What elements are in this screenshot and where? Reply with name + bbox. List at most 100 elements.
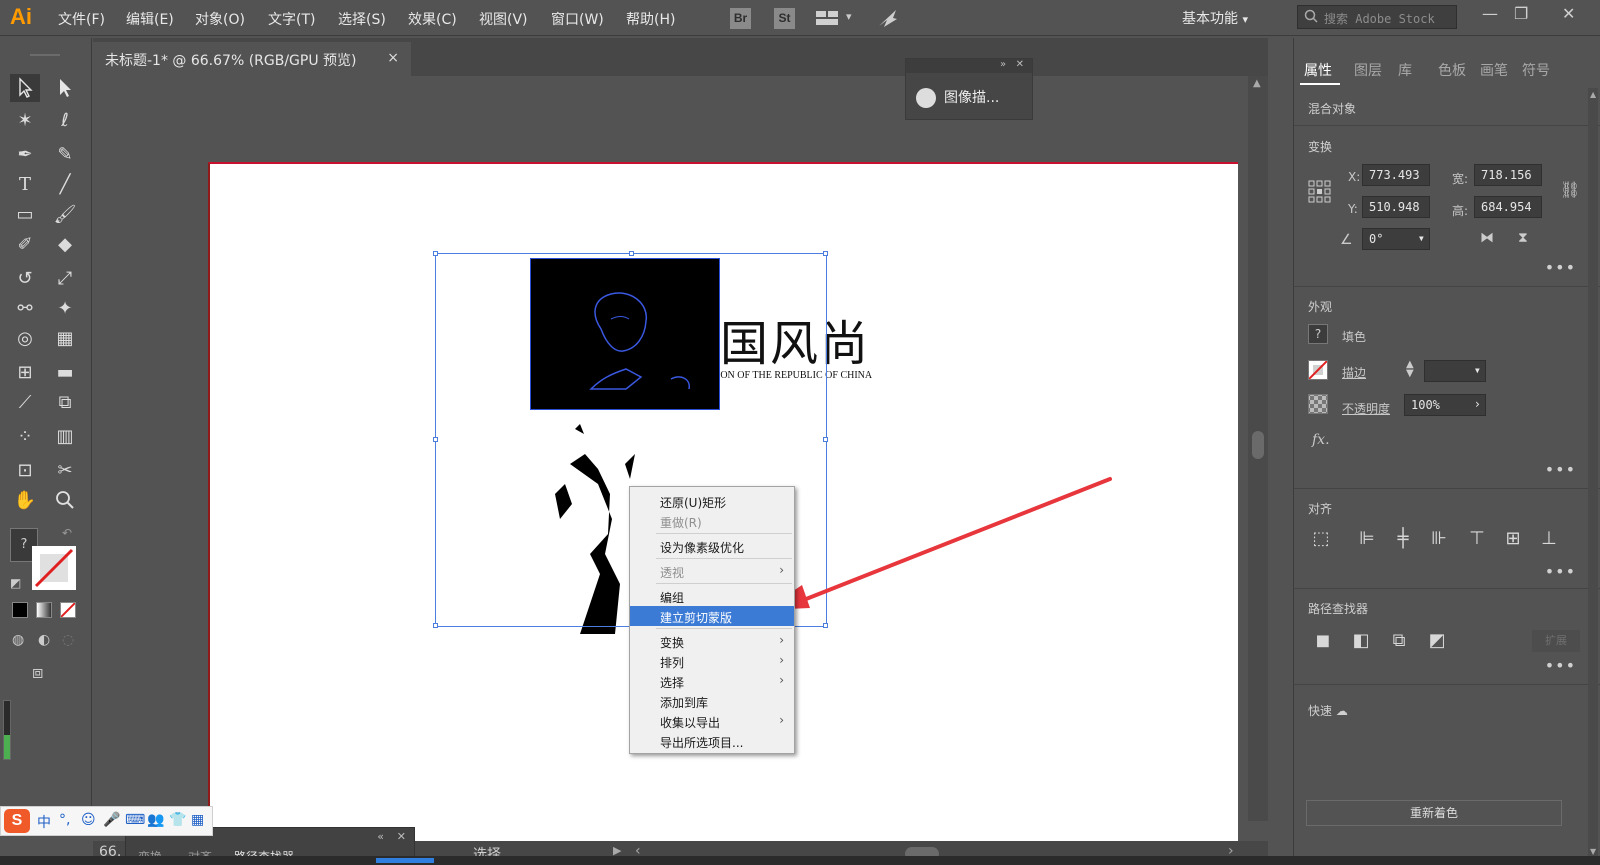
expand-panel-icon[interactable]: »	[1000, 59, 1006, 70]
stock-button[interactable]: St	[774, 8, 795, 29]
expand-button[interactable]: 扩展	[1532, 630, 1580, 652]
close-panel-icon[interactable]: ✕	[1016, 59, 1024, 70]
stock-search-input[interactable]: 搜索 Adobe Stock	[1297, 5, 1457, 29]
gradient-tool-icon[interactable]: ▬	[50, 358, 80, 386]
eyedropper-tool-icon[interactable]: ⟋	[10, 388, 40, 416]
close-icon[interactable]: ✕	[1562, 4, 1575, 23]
fx-effects-button[interactable]: fx.	[1312, 432, 1330, 448]
y-field[interactable]: 510.948	[1362, 196, 1430, 218]
close-panel-icon[interactable]: ✕	[397, 830, 406, 843]
resize-handle[interactable]	[823, 437, 828, 442]
menu-select[interactable]: 选择(S)	[338, 9, 386, 29]
ime-user-icon[interactable]: 👥	[147, 812, 164, 828]
none-mode-icon[interactable]	[60, 602, 76, 618]
stroke-weight-field[interactable]: ▾	[1424, 360, 1486, 382]
hand-tool-icon[interactable]: ✋	[10, 486, 40, 514]
recolor-button[interactable]: 重新着色	[1306, 800, 1562, 826]
more-options-icon[interactable]: •••	[1545, 258, 1576, 277]
chevron-down-icon[interactable]: ▾	[846, 10, 852, 23]
stroke-color-swatch[interactable]	[1308, 360, 1328, 380]
ctx-perspective[interactable]: 透视 ›	[630, 561, 794, 581]
ctx-group[interactable]: 编组	[630, 586, 794, 606]
menu-window[interactable]: 窗口(W)	[551, 9, 604, 29]
blend-tool-icon[interactable]: ⧉	[50, 388, 80, 416]
ime-voice-icon[interactable]: 🎤	[103, 812, 120, 828]
slice-tool-icon[interactable]: ✂	[50, 456, 80, 484]
ctx-add-to-library[interactable]: 添加到库	[630, 691, 794, 711]
align-horizontal-center-icon[interactable]: ╪	[1392, 528, 1414, 550]
mesh-tool-icon[interactable]: ⊞	[10, 358, 40, 386]
scroll-down-icon[interactable]: ▼	[1590, 847, 1596, 856]
menu-file[interactable]: 文件(F)	[58, 9, 105, 29]
ctx-export-selection[interactable]: 导出所选项目...	[630, 731, 794, 751]
chevron-right-icon[interactable]: ›	[1474, 397, 1481, 411]
pathfinder-unite-icon[interactable]: ◼	[1312, 630, 1334, 652]
x-field[interactable]: 773.493	[1362, 164, 1430, 186]
scrollbar-thumb[interactable]	[1252, 431, 1264, 459]
paintbrush-tool-icon[interactable]: 🖌	[50, 200, 80, 228]
more-options-icon[interactable]: •••	[1545, 460, 1576, 479]
color-mode-icon[interactable]	[12, 602, 28, 618]
default-fill-stroke-icon[interactable]: ◩	[10, 576, 21, 590]
resize-handle[interactable]	[629, 251, 634, 256]
tab-libraries[interactable]: 库	[1398, 60, 1412, 80]
scale-tool-icon[interactable]: ⤢	[50, 264, 80, 292]
align-top-icon[interactable]: ⊤	[1466, 528, 1488, 550]
draw-normal-icon[interactable]: ◍	[12, 632, 24, 648]
panel-scrollbar[interactable]: ▲ ▼	[1588, 88, 1598, 858]
width-tool-icon[interactable]: ⚯	[10, 294, 40, 322]
menu-type[interactable]: 文字(T)	[268, 9, 315, 29]
collapse-panel-icon[interactable]: «	[377, 830, 384, 843]
edit-toolbar-slider[interactable]	[3, 700, 11, 760]
shaper-tool-icon[interactable]: ✐	[10, 230, 40, 258]
opacity-icon[interactable]	[1308, 394, 1328, 414]
chevron-down-icon[interactable]: ▾	[1418, 231, 1425, 245]
reference-point-icon[interactable]	[1308, 180, 1332, 208]
tab-brushes[interactable]: 画笔	[1480, 60, 1508, 80]
sogou-logo-icon[interactable]: S	[4, 809, 30, 833]
ctx-select[interactable]: 选择 ›	[630, 671, 794, 691]
more-options-icon[interactable]: •••	[1545, 562, 1576, 581]
resize-handle[interactable]	[823, 623, 828, 628]
opacity-label[interactable]: 不透明度	[1342, 400, 1390, 417]
ime-chinese-mode[interactable]: 中	[37, 812, 51, 832]
tab-properties[interactable]: 属性	[1304, 60, 1332, 80]
align-vertical-center-icon[interactable]: ⊞	[1502, 528, 1524, 550]
pathfinder-exclude-icon[interactable]: ◩	[1426, 630, 1448, 652]
bridge-button[interactable]: Br	[730, 8, 751, 29]
type-tool-icon[interactable]: T	[10, 170, 40, 198]
pathfinder-intersect-icon[interactable]: ⧉	[1388, 630, 1410, 652]
ctx-transform[interactable]: 变换 ›	[630, 631, 794, 651]
menu-edit[interactable]: 编辑(E)	[126, 9, 174, 29]
fill-color-swatch[interactable]: ?	[1308, 324, 1328, 344]
ctx-make-clipping-mask[interactable]: 建立剪切蒙版	[630, 606, 794, 626]
ime-toolbox-icon[interactable]: ▦	[191, 812, 204, 828]
rectangle-tool-icon[interactable]: ▭	[10, 200, 40, 228]
vertical-scrollbar[interactable]: ▲	[1248, 76, 1268, 821]
lasso-tool-icon[interactable]: ℓ	[50, 106, 80, 134]
stroke-label[interactable]: 描边	[1342, 364, 1366, 381]
tab-swatches[interactable]: 色板	[1438, 60, 1466, 80]
arrange-documents-icon[interactable]	[816, 9, 840, 27]
screen-mode-icon[interactable]: ⧈	[32, 662, 43, 683]
eraser-tool-icon[interactable]: ◆	[50, 230, 80, 258]
flip-vertical-icon[interactable]: ⧗	[1518, 230, 1528, 246]
flip-horizontal-icon[interactable]: ⧓	[1480, 230, 1494, 246]
gradient-mode-icon[interactable]	[36, 602, 52, 618]
ime-emoji-icon[interactable]: ☺	[81, 812, 96, 828]
resize-handle[interactable]	[433, 623, 438, 628]
ctx-pixel-perfect[interactable]: 设为像素级优化	[630, 536, 794, 556]
menu-effect[interactable]: 效果(C)	[408, 9, 457, 29]
draw-inside-icon[interactable]: ◌	[62, 632, 74, 648]
document-tab[interactable]: 未标题-1* @ 66.67% (RGB/GPU 预览) ×	[93, 42, 411, 76]
ctx-redo[interactable]: 重做(R)	[630, 511, 794, 531]
resize-handle[interactable]	[433, 251, 438, 256]
ctx-collect-for-export[interactable]: 收集以导出 ›	[630, 711, 794, 731]
chevron-down-icon[interactable]: ▾	[1474, 363, 1481, 377]
workspace-switcher[interactable]: 基本功能 ▾	[1182, 8, 1248, 28]
resize-handle[interactable]	[433, 437, 438, 442]
shape-builder-tool-icon[interactable]: ◎	[10, 324, 40, 352]
close-tab-icon[interactable]: ×	[387, 50, 399, 66]
magic-wand-tool-icon[interactable]: ✶	[10, 106, 40, 134]
puppet-warp-tool-icon[interactable]: ✦	[50, 294, 80, 322]
